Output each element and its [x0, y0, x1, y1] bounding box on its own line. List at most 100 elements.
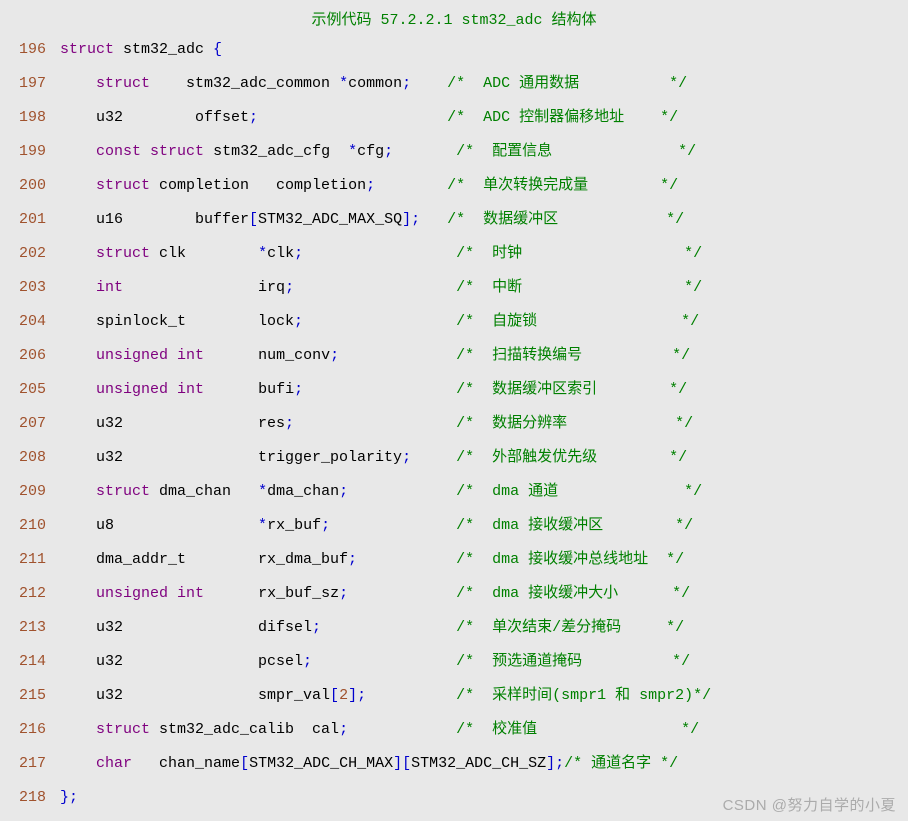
line-number: 206: [6, 339, 46, 373]
comment: /* 配置信息 */: [456, 143, 696, 160]
code-text: rx_buf_sz: [204, 585, 339, 602]
comment: /* 校准值 */: [456, 721, 699, 738]
comment: /* 单次转换完成量 */: [447, 177, 678, 194]
code-line: 208 u32 trigger_polarity; /* 外部触发优先级 */: [6, 441, 902, 475]
code-line: 216 struct stm32_adc_calib cal; /* 校准值 *…: [6, 713, 902, 747]
code-text: [411, 75, 447, 92]
code-text: cfg: [357, 143, 384, 160]
code-text: [60, 483, 96, 500]
keyword: {: [213, 41, 222, 58]
line-number: 213: [6, 611, 46, 645]
code-text: [60, 279, 96, 296]
code-text: [294, 415, 456, 432]
comment: /* 单次结束/差分掩码 */: [456, 619, 684, 636]
line-number: 218: [6, 781, 46, 815]
code-text: clk: [267, 245, 294, 262]
comment: /* 数据缓冲区 */: [447, 211, 684, 228]
keyword: [: [249, 211, 258, 228]
watermark: CSDN @努力自学的小夏: [723, 794, 896, 815]
code-text: spinlock_t lock: [60, 313, 294, 330]
code-line: 205 unsigned int bufi; /* 数据缓冲区索引 */: [6, 373, 902, 407]
line-number: 214: [6, 645, 46, 679]
keyword: ;: [294, 245, 303, 262]
line-number: 199: [6, 135, 46, 169]
line-number: 211: [6, 543, 46, 577]
code-text: completion completion: [150, 177, 366, 194]
keyword: [: [240, 755, 249, 772]
keyword: ;: [339, 721, 348, 738]
code-text: stm32_adc: [114, 41, 213, 58]
code-text: u32 offset: [60, 109, 249, 126]
code-line: 204 spinlock_t lock; /* 自旋锁 */: [6, 305, 902, 339]
line-number: 217: [6, 747, 46, 781]
comment: /* dma 接收缓冲大小 */: [456, 585, 690, 602]
keyword: ][: [393, 755, 411, 772]
comment: /* 中断 */: [456, 279, 702, 296]
code-text: [60, 381, 96, 398]
code-line: 215 u32 smpr_val[2]; /* 采样时间(smpr1 和 smp…: [6, 679, 902, 713]
keyword: ;: [294, 381, 303, 398]
number-literal: 2: [339, 687, 348, 704]
code-line: 203 int irq; /* 中断 */: [6, 271, 902, 305]
line-number: 207: [6, 407, 46, 441]
code-text: u16 buffer: [60, 211, 249, 228]
code-text: STM32_ADC_CH_SZ: [411, 755, 546, 772]
code-text: irq: [123, 279, 285, 296]
code-line: 206 unsigned int num_conv; /* 扫描转换编号 */: [6, 339, 902, 373]
code-text: stm32_adc_calib cal: [150, 721, 339, 738]
code-text: chan_name: [132, 755, 240, 772]
comment: /* dma 通道 */: [456, 483, 702, 500]
code-line: 210 u8 *rx_buf; /* dma 接收缓冲区 */: [6, 509, 902, 543]
code-text: [60, 75, 96, 92]
code-text: [168, 381, 177, 398]
keyword: ;: [303, 653, 312, 670]
code-line: 197 struct stm32_adc_common *common; /* …: [6, 67, 902, 101]
code-text: u32 res: [60, 415, 285, 432]
keyword: };: [60, 789, 78, 806]
code-text: stm32_adc_cfg: [204, 143, 348, 160]
code-line: 198 u32 offset; /* ADC 控制器偏移地址 */: [6, 101, 902, 135]
code-text: common: [348, 75, 402, 92]
line-number: 210: [6, 509, 46, 543]
line-number: 212: [6, 577, 46, 611]
code-text: [348, 585, 456, 602]
code-text: [60, 347, 96, 364]
keyword: unsigned: [96, 585, 168, 602]
code-line: 201 u16 buffer[STM32_ADC_MAX_SQ]; /* 数据缓…: [6, 203, 902, 237]
keyword: ];: [546, 755, 564, 772]
keyword: ];: [402, 211, 420, 228]
code-text: [60, 245, 96, 262]
comment: /* 外部触发优先级 */: [456, 449, 687, 466]
code-line: 214 u32 pcsel; /* 预选通道掩码 */: [6, 645, 902, 679]
code-text: [60, 721, 96, 738]
comment: /* 数据分辨率 */: [456, 415, 693, 432]
keyword: ;: [249, 109, 258, 126]
keyword: unsigned: [96, 347, 168, 364]
line-number: 215: [6, 679, 46, 713]
keyword: *: [258, 483, 267, 500]
code-text: u32 difsel: [60, 619, 312, 636]
code-text: [420, 211, 447, 228]
code-text: [366, 687, 456, 704]
code-line: 200 struct completion completion; /* 单次转…: [6, 169, 902, 203]
comment: /* 时钟 */: [456, 245, 702, 262]
line-number: 204: [6, 305, 46, 339]
line-number: 198: [6, 101, 46, 135]
code-line: 196struct stm32_adc {: [6, 33, 902, 67]
keyword: struct: [96, 483, 150, 500]
keyword: *: [339, 75, 348, 92]
code-text: [393, 143, 456, 160]
keyword: *: [258, 245, 267, 262]
keyword: ;: [321, 517, 330, 534]
code-text: [375, 177, 447, 194]
keyword: int: [177, 585, 204, 602]
keyword: ;: [285, 415, 294, 432]
code-title: 示例代码 57.2.2.1 stm32_adc 结构体: [0, 0, 908, 33]
keyword: struct: [96, 177, 150, 194]
line-number: 196: [6, 33, 46, 67]
code-line: 213 u32 difsel; /* 单次结束/差分掩码 */: [6, 611, 902, 645]
code-text: [330, 517, 456, 534]
keyword: struct: [96, 245, 150, 262]
comment: /* dma 接收缓冲总线地址 */: [456, 551, 684, 568]
line-number: 216: [6, 713, 46, 747]
